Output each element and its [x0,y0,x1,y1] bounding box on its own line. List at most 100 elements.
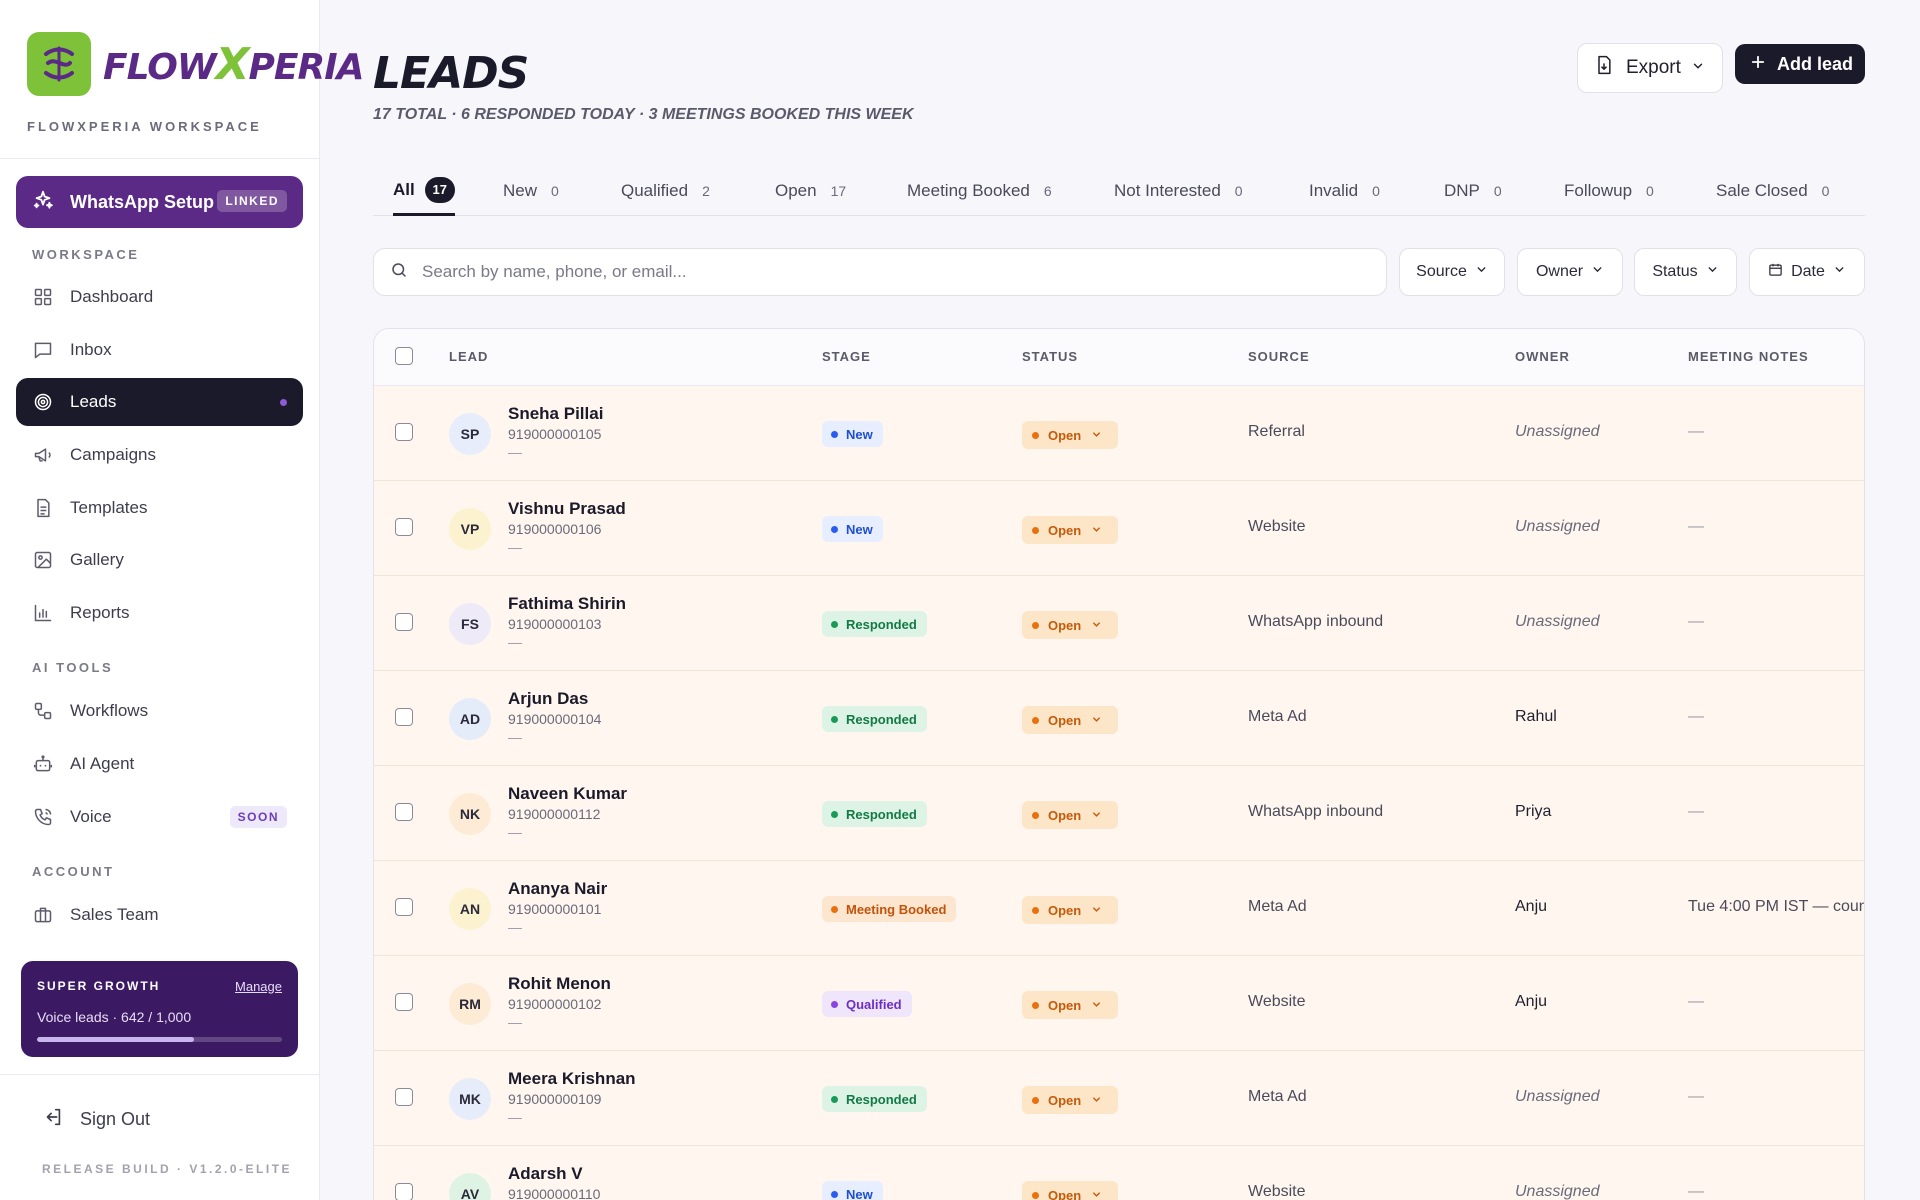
table-row[interactable]: AD Arjun Das 919000000104 — Responded Open Met… [374,671,1864,766]
sidebar-item-ai-agent[interactable]: AI Agent [16,740,303,788]
select-all-checkbox[interactable] [395,347,413,365]
source-filter[interactable]: Source [1399,248,1505,296]
lead-owner[interactable]: Unassigned [1515,518,1600,536]
sidebar-item-campaigns[interactable]: Campaigns [16,431,303,479]
tab-dnp[interactable]: DNP 0 [1444,166,1502,216]
sidebar-item-label: Workflows [70,701,149,720]
search-input[interactable] [422,262,1322,282]
manage-plan-link[interactable]: Manage [235,979,282,994]
column-header-source[interactable]: SOURCE [1248,349,1310,364]
lead-name[interactable]: Vishnu Prasad [508,499,626,519]
lead-name[interactable]: Naveen Kumar [508,784,627,804]
sidebar-item-templates[interactable]: Templates [16,484,303,532]
tab-count: 0 [1234,183,1243,199]
status-dropdown[interactable]: Open [1022,801,1118,829]
sign-out-button[interactable]: Sign Out [42,1106,150,1133]
column-header-stage[interactable]: STAGE [822,349,871,364]
tab-open[interactable]: Open 17 [775,166,846,216]
row-checkbox[interactable] [395,613,413,631]
lead-name[interactable]: Meera Krishnan [508,1069,636,1089]
sidebar-item-workflows[interactable]: Workflows [16,687,303,735]
row-checkbox[interactable] [395,1183,413,1200]
lead-owner[interactable]: Unassigned [1515,1183,1600,1200]
table-row[interactable]: VP Vishnu Prasad 919000000106 — New Open Websi… [374,481,1864,576]
table-row[interactable]: MK Meera Krishnan 919000000109 — Responded Op… [374,1051,1864,1146]
voice-leads-usage: Voice leads · 642 / 1,000 [37,1009,192,1025]
date-filter[interactable]: Date [1749,248,1865,296]
status-dot [1032,811,1039,819]
lead-owner[interactable]: Unassigned [1515,613,1600,631]
row-checkbox[interactable] [395,803,413,821]
column-header-status[interactable]: STATUS [1022,349,1078,364]
column-header-lead[interactable]: LEAD [449,349,488,364]
row-checkbox[interactable] [395,423,413,441]
lead-name[interactable]: Fathima Shirin [508,594,626,614]
sign-out-label: Sign Out [80,1109,151,1129]
sidebar-item-leads[interactable]: Leads [16,378,303,426]
status-dot [1032,1096,1039,1104]
search-icon [390,261,408,284]
lead-name[interactable]: Arjun Das [508,689,588,709]
whatsapp-setup-button[interactable]: WhatsApp Setup LINKED [16,176,303,228]
lead-owner[interactable]: Anju [1515,993,1547,1011]
logo-mark-icon [27,32,91,96]
table-row[interactable]: FS Fathima Shirin 919000000103 — Responded Op… [374,576,1864,671]
lead-name[interactable]: Sneha Pillai [508,404,603,424]
status-dot [1032,716,1039,724]
column-header-meeting-notes[interactable]: MEETING NOTES [1688,349,1809,364]
sidebar-item-inbox[interactable]: Inbox [16,326,303,374]
sidebar-item-voice[interactable]: Voice SOON [16,793,303,841]
lead-owner[interactable]: Unassigned [1515,423,1600,441]
lead-name[interactable]: Rohit Menon [508,974,611,994]
tab-not-interested[interactable]: Not Interested 0 [1114,166,1243,216]
lead-owner[interactable]: Unassigned [1515,1088,1600,1106]
lead-name[interactable]: Ananya Nair [508,879,607,899]
tab-new[interactable]: New 0 [503,166,559,216]
status-dropdown[interactable]: Open [1022,706,1118,734]
stage-dot [831,905,838,913]
tab-count: 0 [1646,183,1654,199]
sidebar-item-dashboard[interactable]: Dashboard [16,273,303,321]
tab-all[interactable]: All 17 [393,166,455,216]
tab-sale-closed[interactable]: Sale Closed 0 [1716,166,1829,216]
owner-filter[interactable]: Owner [1517,248,1623,296]
table-row[interactable]: AN Ananya Nair 919000000101 — Meeting Booked… [374,861,1864,956]
row-checkbox[interactable] [395,518,413,536]
row-checkbox[interactable] [395,1088,413,1106]
status-filter[interactable]: Status [1634,248,1737,296]
status-dropdown[interactable]: Open [1022,896,1118,924]
lead-owner[interactable]: Anju [1515,898,1547,916]
row-checkbox[interactable] [395,708,413,726]
status-dropdown[interactable]: Open [1022,516,1118,544]
tab-followup[interactable]: Followup 0 [1564,166,1654,216]
status-dropdown[interactable]: Open [1022,1086,1118,1114]
lead-owner[interactable]: Rahul [1515,708,1557,726]
row-checkbox[interactable] [395,898,413,916]
status-dropdown[interactable]: Open [1022,991,1118,1019]
sidebar-item-gallery[interactable]: Gallery [16,536,303,584]
table-row[interactable]: NK Naveen Kumar 919000000112 — Responded Open… [374,766,1864,861]
status-dot [1032,1001,1039,1009]
brand-logo[interactable]: FLOWXPERIA [27,32,364,96]
status-dropdown[interactable]: Open [1022,611,1118,639]
brand-name-x: X [215,38,250,90]
status-dropdown[interactable]: Open [1022,1181,1118,1200]
tab-count: 0 [1821,183,1830,199]
lead-owner[interactable]: Priya [1515,803,1551,821]
tab-meeting-booked[interactable]: Meeting Booked 6 [907,166,1052,216]
table-row[interactable]: AV Adarsh V 919000000110 — New Open Website Una… [374,1146,1864,1200]
export-button[interactable]: Export [1577,43,1723,93]
tab-qualified[interactable]: Qualified 2 [621,166,710,216]
sidebar-item-reports[interactable]: Reports [16,589,303,637]
add-lead-button[interactable]: Add lead [1735,44,1865,84]
table-row[interactable]: SP Sneha Pillai 919000000105 — New Open Referr… [374,386,1864,481]
column-header-owner[interactable]: OWNER [1515,349,1570,364]
tab-invalid[interactable]: Invalid 0 [1309,166,1380,216]
lead-name[interactable]: Adarsh V [508,1164,583,1184]
status-dropdown[interactable]: Open [1022,421,1118,449]
table-header: LEAD STAGE STATUS SOURCE OWNER MEETING N… [374,329,1864,386]
row-checkbox[interactable] [395,993,413,1011]
release-version: RELEASE BUILD · V1.2.0-ELITE [42,1162,293,1176]
sidebar-item-sales-team[interactable]: Sales Team [16,891,303,939]
table-row[interactable]: RM Rohit Menon 919000000102 — Qualified Open W… [374,956,1864,1051]
